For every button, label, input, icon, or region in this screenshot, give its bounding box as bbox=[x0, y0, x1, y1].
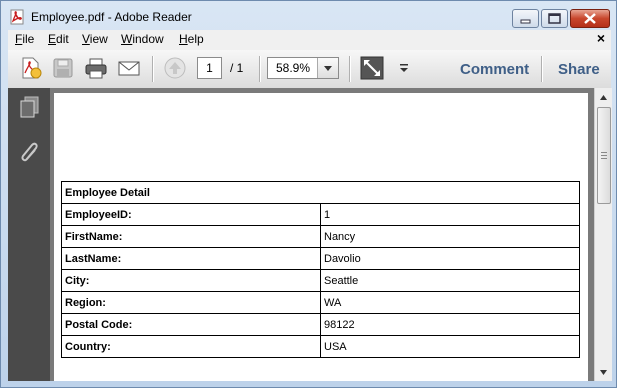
attachments-paperclip-icon[interactable] bbox=[18, 140, 42, 164]
document-view[interactable]: Employee Detail EmployeeID: 1 FirstName:… bbox=[50, 88, 594, 381]
share-button[interactable]: Share bbox=[558, 61, 600, 78]
fit-page-icon[interactable] bbox=[360, 56, 384, 80]
toolbar-separator bbox=[152, 56, 154, 82]
menu-window[interactable]: Window bbox=[121, 32, 164, 46]
vertical-scrollbar[interactable] bbox=[594, 88, 612, 381]
employee-detail-table: Employee Detail EmployeeID: 1 FirstName:… bbox=[61, 181, 580, 358]
zoom-value: 58.9% bbox=[276, 61, 311, 75]
field-label: City: bbox=[61, 269, 321, 292]
scroll-down-arrow-icon[interactable] bbox=[595, 365, 612, 380]
navigation-pane bbox=[8, 88, 50, 381]
toolbar-separator bbox=[541, 56, 543, 82]
field-label: Postal Code: bbox=[61, 313, 321, 336]
field-value: WA bbox=[320, 291, 580, 314]
table-row: FirstName: Nancy bbox=[61, 225, 580, 248]
previous-page-icon[interactable] bbox=[163, 56, 187, 80]
save-icon[interactable] bbox=[51, 56, 75, 80]
table-row: Country: USA bbox=[61, 335, 580, 358]
table-header-row: Employee Detail bbox=[61, 181, 580, 204]
field-value: 1 bbox=[320, 203, 580, 226]
minimize-button[interactable] bbox=[512, 9, 539, 28]
field-value: USA bbox=[320, 335, 580, 358]
pages-panel-icon[interactable] bbox=[18, 95, 42, 119]
menu-bar: File Edit View Window Help × bbox=[8, 30, 611, 51]
pdf-document-icon bbox=[9, 9, 25, 25]
menu-help[interactable]: Help bbox=[179, 32, 204, 46]
table-row: City: Seattle bbox=[61, 269, 580, 292]
email-icon[interactable] bbox=[117, 56, 141, 80]
field-label: EmployeeID: bbox=[61, 203, 321, 226]
table-row: LastName: Davolio bbox=[61, 247, 580, 270]
create-pdf-icon[interactable] bbox=[19, 56, 43, 80]
field-label: LastName: bbox=[61, 247, 321, 270]
menu-file[interactable]: File bbox=[15, 32, 34, 46]
grip-line bbox=[601, 158, 607, 159]
comment-button[interactable]: Comment bbox=[460, 61, 529, 78]
table-row: Postal Code: 98122 bbox=[61, 313, 580, 336]
scroll-up-arrow-icon[interactable] bbox=[595, 90, 612, 105]
title-bar[interactable]: Employee.pdf - Adobe Reader bbox=[1, 1, 616, 31]
field-label: Region: bbox=[61, 291, 321, 314]
field-value: Seattle bbox=[320, 269, 580, 292]
field-label: Country: bbox=[61, 335, 321, 358]
field-value: Davolio bbox=[320, 247, 580, 270]
grip-line bbox=[601, 155, 607, 156]
page-total: / 1 bbox=[230, 61, 244, 75]
field-label: FirstName: bbox=[61, 225, 321, 248]
toolbar-separator bbox=[349, 56, 351, 82]
page-number-input[interactable]: 1 bbox=[197, 57, 222, 79]
toolbar-options-icon[interactable] bbox=[393, 56, 417, 80]
maximize-button[interactable] bbox=[541, 9, 568, 28]
field-value: Nancy bbox=[320, 225, 580, 248]
close-window-button[interactable] bbox=[570, 9, 610, 28]
table-row: EmployeeID: 1 bbox=[61, 203, 580, 226]
toolbar-separator bbox=[259, 56, 261, 82]
print-icon[interactable] bbox=[84, 56, 108, 80]
close-document-button[interactable]: × bbox=[597, 30, 605, 46]
scroll-thumb[interactable] bbox=[597, 107, 611, 204]
menu-edit[interactable]: Edit bbox=[48, 32, 69, 46]
zoom-select[interactable]: 58.9% bbox=[267, 57, 339, 79]
pdf-page: Employee Detail EmployeeID: 1 FirstName:… bbox=[54, 93, 588, 381]
table-title: Employee Detail bbox=[61, 181, 580, 204]
menu-view[interactable]: View bbox=[82, 32, 108, 46]
window-title: Employee.pdf - Adobe Reader bbox=[31, 10, 192, 24]
app-window: Employee.pdf - Adobe Reader File Edit Vi… bbox=[0, 0, 617, 388]
chevron-down-icon[interactable] bbox=[317, 58, 338, 78]
grip-line bbox=[601, 152, 607, 153]
table-row: Region: WA bbox=[61, 291, 580, 314]
field-value: 98122 bbox=[320, 313, 580, 336]
